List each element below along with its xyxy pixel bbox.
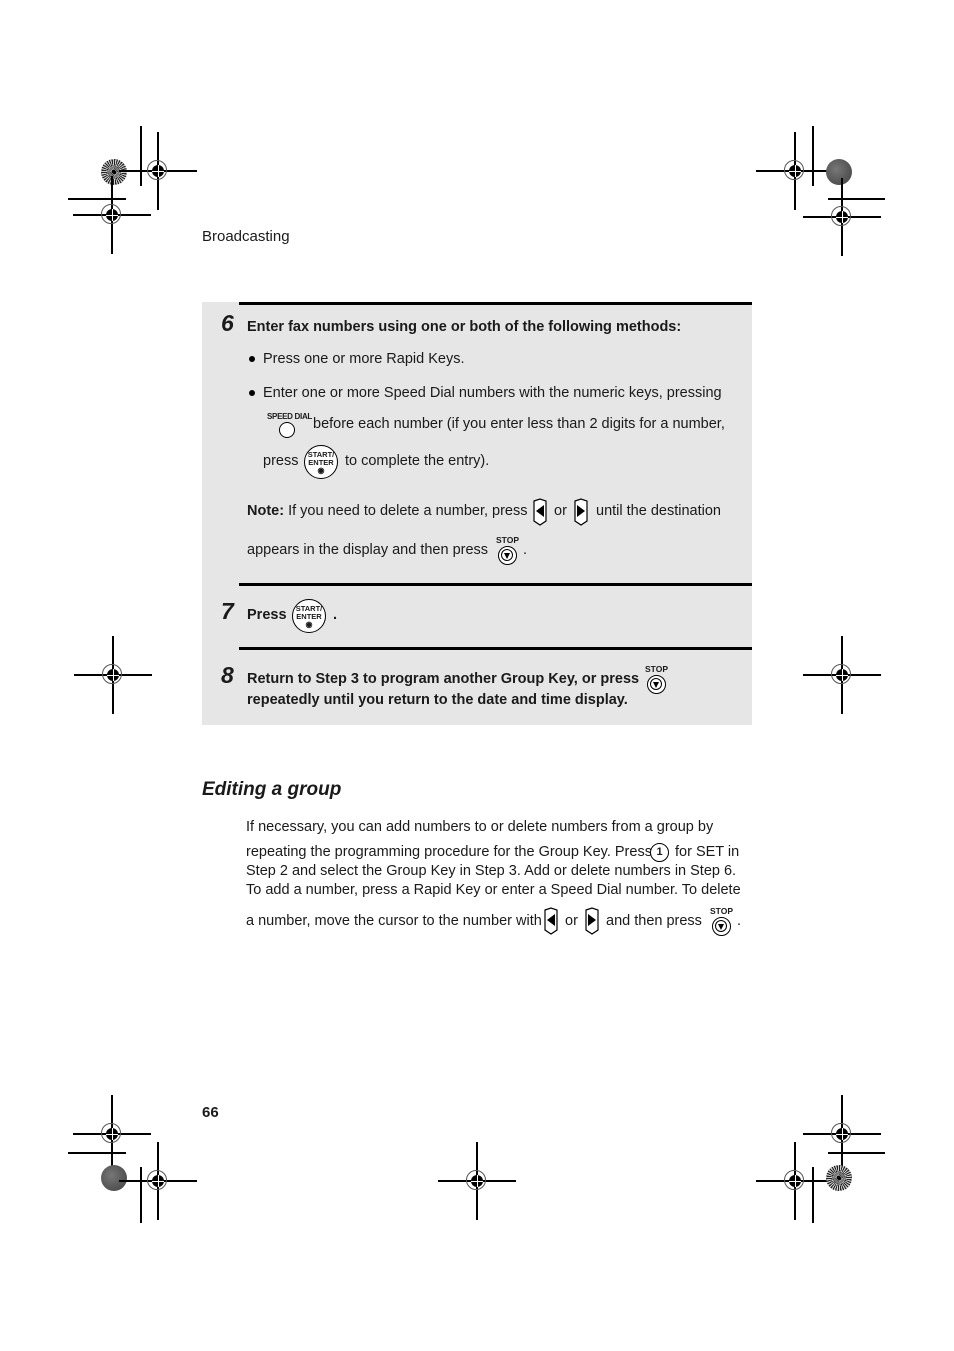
start-symbol-icon: ◉	[317, 466, 325, 475]
registration-target-icon	[73, 176, 151, 254]
left-arrow-key-icon	[533, 498, 547, 526]
start-enter-key-icon: START/ ENTER ◉	[304, 445, 338, 479]
one-key-icon: 1	[650, 843, 669, 862]
paragraph-line: To add a number, press a Rapid Key or en…	[246, 882, 741, 898]
step-divider	[239, 583, 752, 586]
note-text: If you need to delete a number, press	[288, 503, 528, 519]
note-or: or	[554, 503, 567, 519]
step-number: 8	[221, 662, 234, 688]
step-number: 6	[221, 310, 234, 336]
right-arrow-key-icon	[585, 907, 599, 935]
registration-target-icon	[803, 636, 881, 714]
paragraph-line: for SET in	[675, 844, 740, 860]
steps-box: 6 Enter fax numbers using one or both of…	[202, 302, 752, 725]
registration-target-icon	[756, 1142, 834, 1220]
stop-key-label: STOP	[710, 906, 733, 916]
note-label: Note:	[247, 503, 285, 519]
left-arrow-key-icon	[544, 907, 558, 935]
note-text: until the destination	[596, 503, 721, 519]
stop-key-icon: STOP	[710, 906, 733, 940]
stop-button-glyph	[498, 546, 517, 565]
crop-line	[812, 1167, 814, 1223]
paragraph-line: a number, move the cursor to the number …	[246, 913, 542, 929]
step-divider	[239, 647, 752, 650]
bullet-text: press	[263, 453, 299, 469]
step-title: Enter fax numbers using one or both of t…	[247, 319, 682, 335]
paragraph-line: Step 2 and select the Group Key in Step …	[246, 863, 737, 879]
section-header: Broadcasting	[202, 228, 290, 245]
step-text: repeatedly until you return to the date …	[247, 692, 628, 708]
registration-target-icon	[803, 178, 881, 256]
stop-button-glyph	[712, 917, 731, 936]
paragraph-line: .	[737, 913, 742, 929]
registration-star-icon	[826, 1165, 852, 1191]
stop-key-label: STOP	[496, 535, 519, 545]
paragraph-line: repeating the programming procedure for …	[246, 844, 652, 860]
step-text: Return to Step 3 to program another Grou…	[247, 671, 640, 687]
note-line: Note: If you need to delete a number, pr…	[247, 503, 528, 519]
start-enter-key-icon: START/ ENTER ◉	[292, 599, 326, 633]
crop-line	[812, 126, 814, 186]
start-symbol-icon: ◉	[305, 620, 313, 629]
note-text: appears in the display and then press	[247, 542, 489, 558]
bullet-icon	[249, 390, 255, 396]
stop-key-icon: STOP	[496, 535, 519, 569]
paragraph-line: and then press	[606, 913, 702, 929]
bullet-text: Enter one or more Speed Dial numbers wit…	[263, 385, 722, 401]
section-title: Editing a group	[202, 779, 342, 800]
speed-dial-key-label: SPEED DIAL	[267, 412, 313, 421]
bullet-text: before each number (if you enter less th…	[313, 416, 725, 432]
right-arrow-key-icon	[574, 498, 588, 526]
step-text: .	[333, 607, 338, 623]
registration-target-icon	[119, 1142, 197, 1220]
crop-line	[68, 1152, 126, 1154]
page-number: 66	[202, 1104, 219, 1121]
stop-key-icon: STOP	[645, 664, 668, 698]
stop-key-label: STOP	[645, 664, 668, 674]
step-text: Press	[247, 607, 287, 623]
paragraph-line: If necessary, you can add numbers to or …	[246, 819, 714, 835]
paragraph-or: or	[565, 913, 578, 929]
registration-target-icon	[438, 1142, 516, 1220]
step-number: 7	[221, 598, 234, 624]
crop-line	[828, 1152, 885, 1154]
note-text: .	[523, 542, 528, 558]
stop-button-glyph	[647, 675, 666, 694]
bullet-text: to complete the entry).	[345, 453, 490, 469]
bullet-text: Press one or more Rapid Keys.	[263, 351, 465, 367]
speed-dial-key-icon	[279, 422, 295, 438]
step-divider	[239, 302, 752, 305]
bullet-icon	[249, 356, 255, 362]
registration-target-icon	[74, 636, 152, 714]
